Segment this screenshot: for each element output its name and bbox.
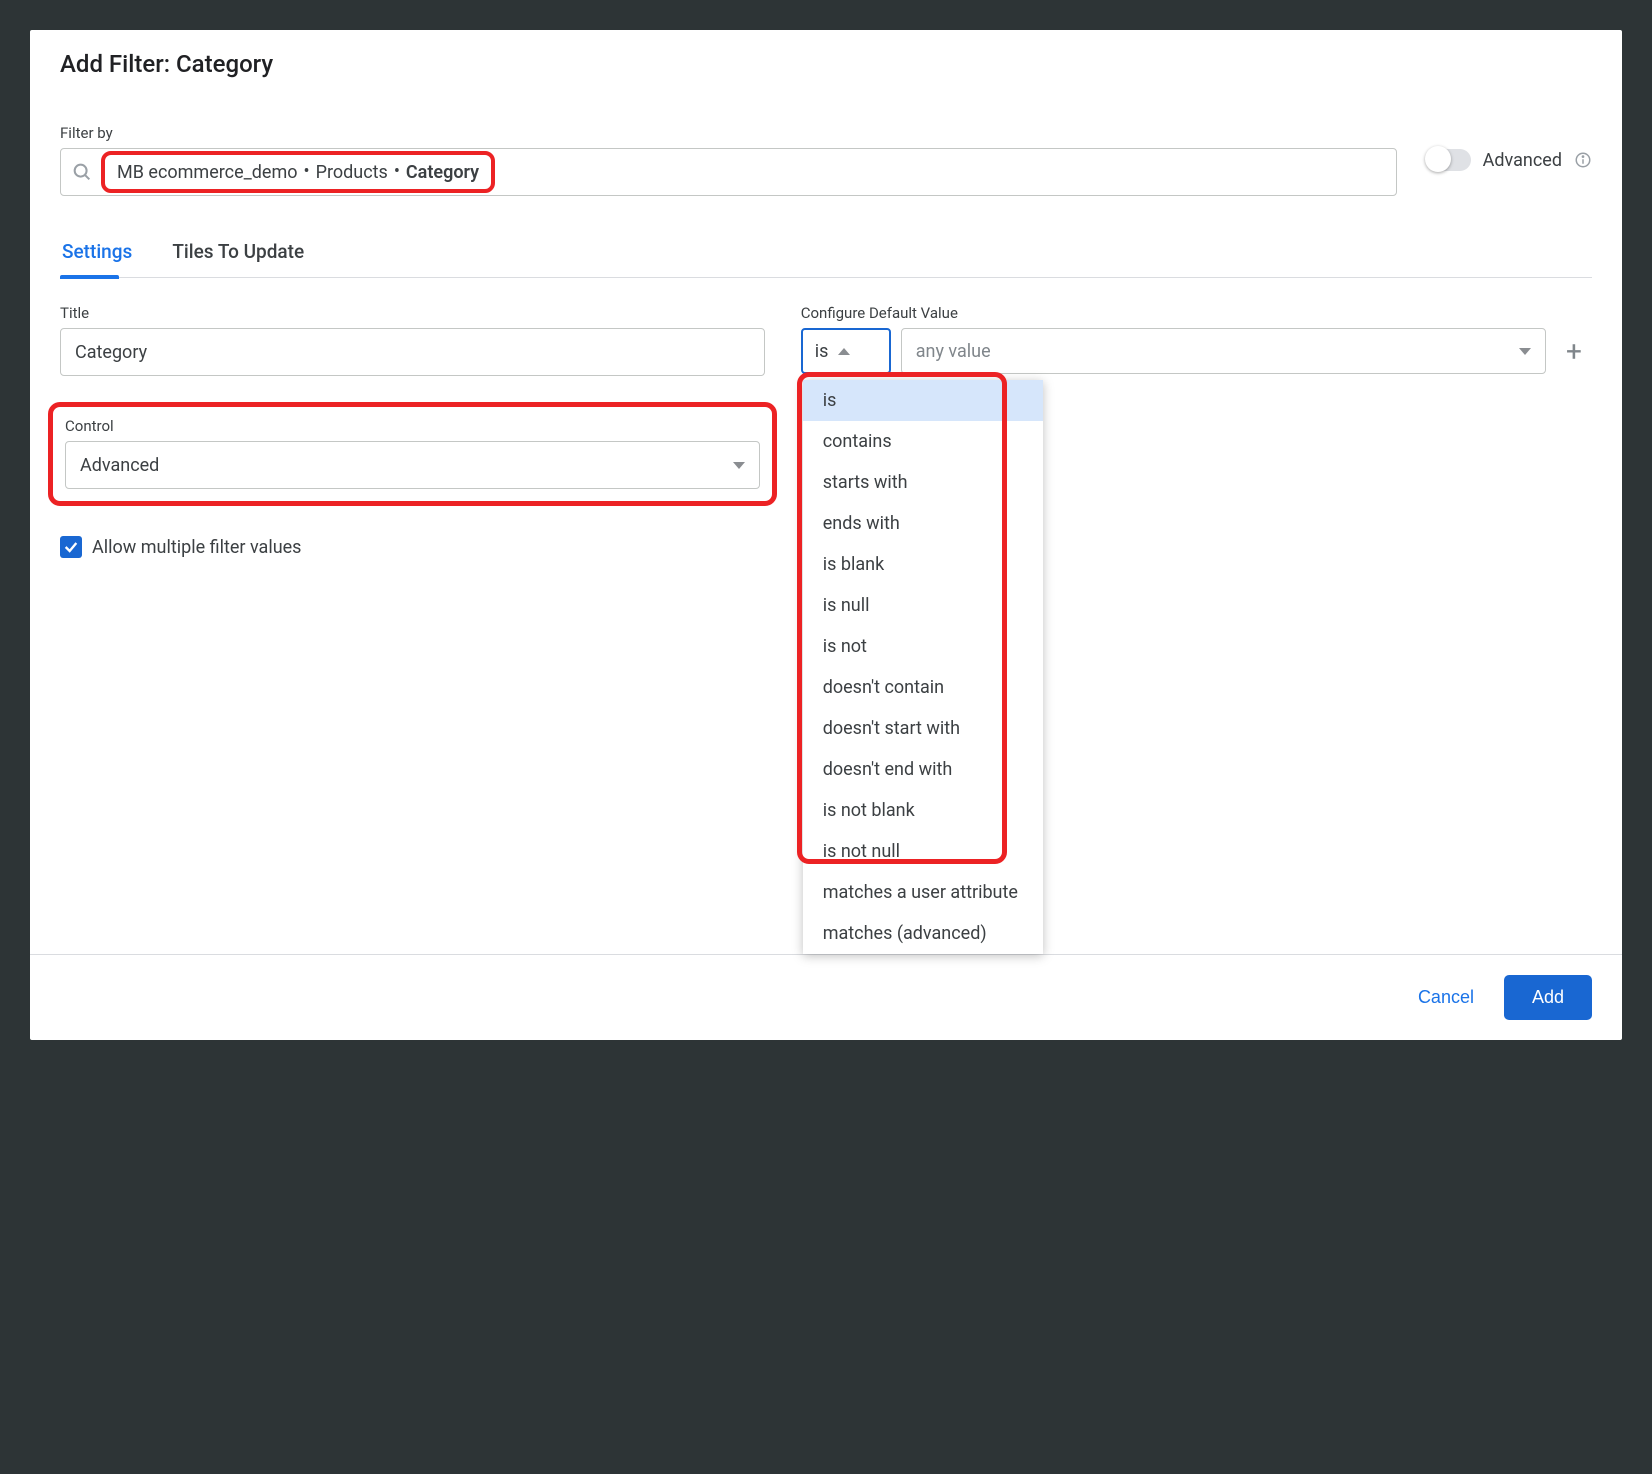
chevron-down-icon: [1519, 348, 1531, 355]
filter-by-wrap: Filter by MB ecommerce_demo • Products •…: [60, 124, 1397, 196]
option-is[interactable]: is: [803, 380, 1043, 421]
chevron-up-icon: [838, 348, 850, 355]
option-is-blank[interactable]: is blank: [803, 544, 1043, 585]
control-label: Control: [65, 417, 760, 435]
add-filter-dialog: Add Filter: Category Filter by MB ecomme…: [30, 30, 1622, 1040]
control-value: Advanced: [80, 455, 159, 476]
dialog-footer: Cancel Add: [30, 954, 1622, 1040]
option-contains[interactable]: contains: [803, 421, 1043, 462]
tabs: Settings Tiles To Update: [60, 230, 1592, 278]
allow-multiple-label: Allow multiple filter values: [92, 537, 301, 558]
dialog-body: Filter by MB ecommerce_demo • Products •…: [30, 84, 1622, 954]
value-input[interactable]: any value: [901, 328, 1546, 374]
advanced-toggle[interactable]: [1427, 149, 1471, 171]
chip-mid: Products: [316, 162, 388, 183]
option-matches-user-attribute[interactable]: matches a user attribute: [803, 872, 1043, 913]
allow-multiple-checkbox[interactable]: [60, 536, 82, 558]
plus-icon: +: [1566, 335, 1582, 368]
filter-by-label: Filter by: [60, 124, 1397, 142]
check-icon: [63, 539, 79, 555]
option-matches-advanced[interactable]: matches (advanced): [803, 913, 1043, 954]
operator-select[interactable]: is: [801, 328, 891, 374]
option-starts-with[interactable]: starts with: [803, 462, 1043, 503]
settings-grid: Title Category Control Advanced: [60, 304, 1592, 558]
left-column: Title Category Control Advanced: [60, 304, 765, 558]
config-row: is any value +: [801, 328, 1592, 374]
option-doesnt-start-with[interactable]: doesn't start with: [803, 708, 1043, 749]
config-label: Configure Default Value: [801, 304, 1592, 322]
chip-bold: Category: [406, 162, 479, 183]
filter-by-search[interactable]: MB ecommerce_demo • Products • Category: [60, 148, 1397, 196]
control-select[interactable]: Advanced: [65, 441, 760, 489]
config-default-group: Configure Default Value is any value +: [801, 304, 1592, 374]
add-condition-button[interactable]: +: [1556, 333, 1592, 369]
right-column: Configure Default Value is any value +: [801, 304, 1592, 374]
title-value: Category: [75, 342, 147, 363]
value-placeholder: any value: [916, 341, 991, 362]
chevron-down-icon: [733, 462, 745, 469]
option-is-null[interactable]: is null: [803, 585, 1043, 626]
filter-by-chip: MB ecommerce_demo • Products • Category: [101, 151, 495, 193]
title-field-group: Title Category: [60, 304, 765, 376]
control-field-group: Control Advanced: [48, 402, 777, 506]
operator-dropdown-inner: is contains starts with ends with is bla…: [803, 380, 1043, 954]
option-is-not-blank[interactable]: is not blank: [803, 790, 1043, 831]
allow-multiple-row: Allow multiple filter values: [60, 536, 765, 558]
option-doesnt-contain[interactable]: doesn't contain: [803, 667, 1043, 708]
cancel-button[interactable]: Cancel: [1412, 977, 1480, 1018]
filter-by-row: Filter by MB ecommerce_demo • Products •…: [60, 124, 1592, 196]
dialog-header: Add Filter: Category: [30, 30, 1622, 84]
option-is-not-null[interactable]: is not null: [803, 831, 1043, 872]
tab-tiles-to-update[interactable]: Tiles To Update: [170, 230, 306, 277]
operator-value: is: [815, 341, 829, 362]
advanced-label: Advanced: [1483, 150, 1562, 171]
dialog-title: Add Filter: Category: [60, 50, 1592, 78]
tab-settings[interactable]: Settings: [60, 230, 134, 277]
option-is-not[interactable]: is not: [803, 626, 1043, 667]
advanced-toggle-group: Advanced: [1427, 149, 1592, 171]
option-ends-with[interactable]: ends with: [803, 503, 1043, 544]
chip-prefix: MB ecommerce_demo: [117, 162, 298, 183]
title-label: Title: [60, 304, 765, 322]
add-button[interactable]: Add: [1504, 975, 1592, 1020]
search-icon: [71, 161, 93, 183]
operator-dropdown: is contains starts with ends with is bla…: [803, 380, 1043, 954]
title-input[interactable]: Category: [60, 328, 765, 376]
info-icon[interactable]: [1574, 151, 1592, 169]
option-doesnt-end-with[interactable]: doesn't end with: [803, 749, 1043, 790]
